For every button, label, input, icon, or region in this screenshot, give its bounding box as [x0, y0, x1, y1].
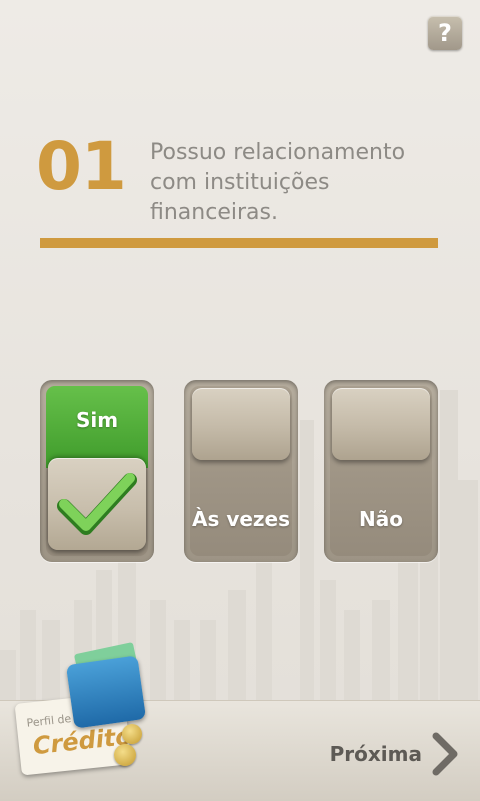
option-label: Às vezes [191, 507, 291, 531]
option-label: Não [359, 507, 403, 531]
wallet-icon [65, 655, 147, 729]
option-label: Sim [75, 408, 119, 432]
check-icon [57, 473, 137, 535]
question-line: com instituições [150, 170, 330, 195]
next-button[interactable]: Próxima [330, 730, 458, 778]
question-line: financeiras. [150, 200, 278, 225]
perfil-de-credito-logo: Perfil de Crédito [14, 640, 154, 780]
option-sim-button[interactable]: Sim [40, 380, 154, 562]
question-line: Possuo relacionamento [150, 140, 406, 165]
coin-icon [122, 724, 142, 744]
question-mark-icon: ? [438, 19, 452, 47]
option-nao-button[interactable]: Não [324, 380, 438, 562]
question-number: 01 [36, 128, 127, 205]
question-divider [40, 238, 438, 248]
logo-small-text: Perfil de [25, 712, 72, 730]
option-as-vezes-button[interactable]: Às vezes [184, 380, 298, 562]
option-key [48, 458, 146, 550]
chevron-right-icon [432, 732, 458, 776]
option-key [192, 388, 290, 460]
help-button[interactable]: ? [428, 16, 462, 50]
option-key [332, 388, 430, 460]
question-text: Possuo relacionamento com instituições f… [150, 138, 430, 228]
coin-icon [114, 744, 136, 766]
next-label: Próxima [329, 742, 422, 766]
